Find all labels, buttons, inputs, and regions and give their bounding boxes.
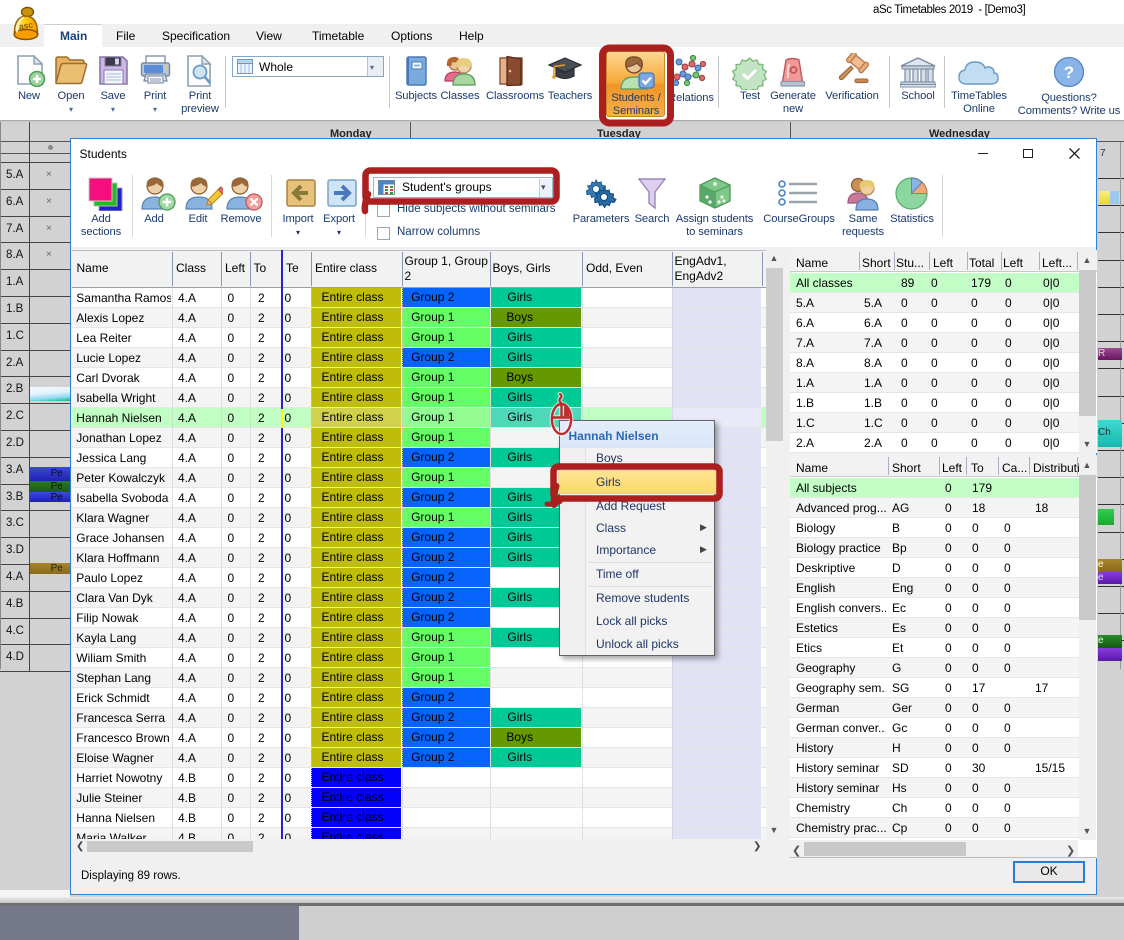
svg-text:?: ? (1064, 63, 1074, 82)
svg-text:asc: asc (18, 20, 34, 32)
